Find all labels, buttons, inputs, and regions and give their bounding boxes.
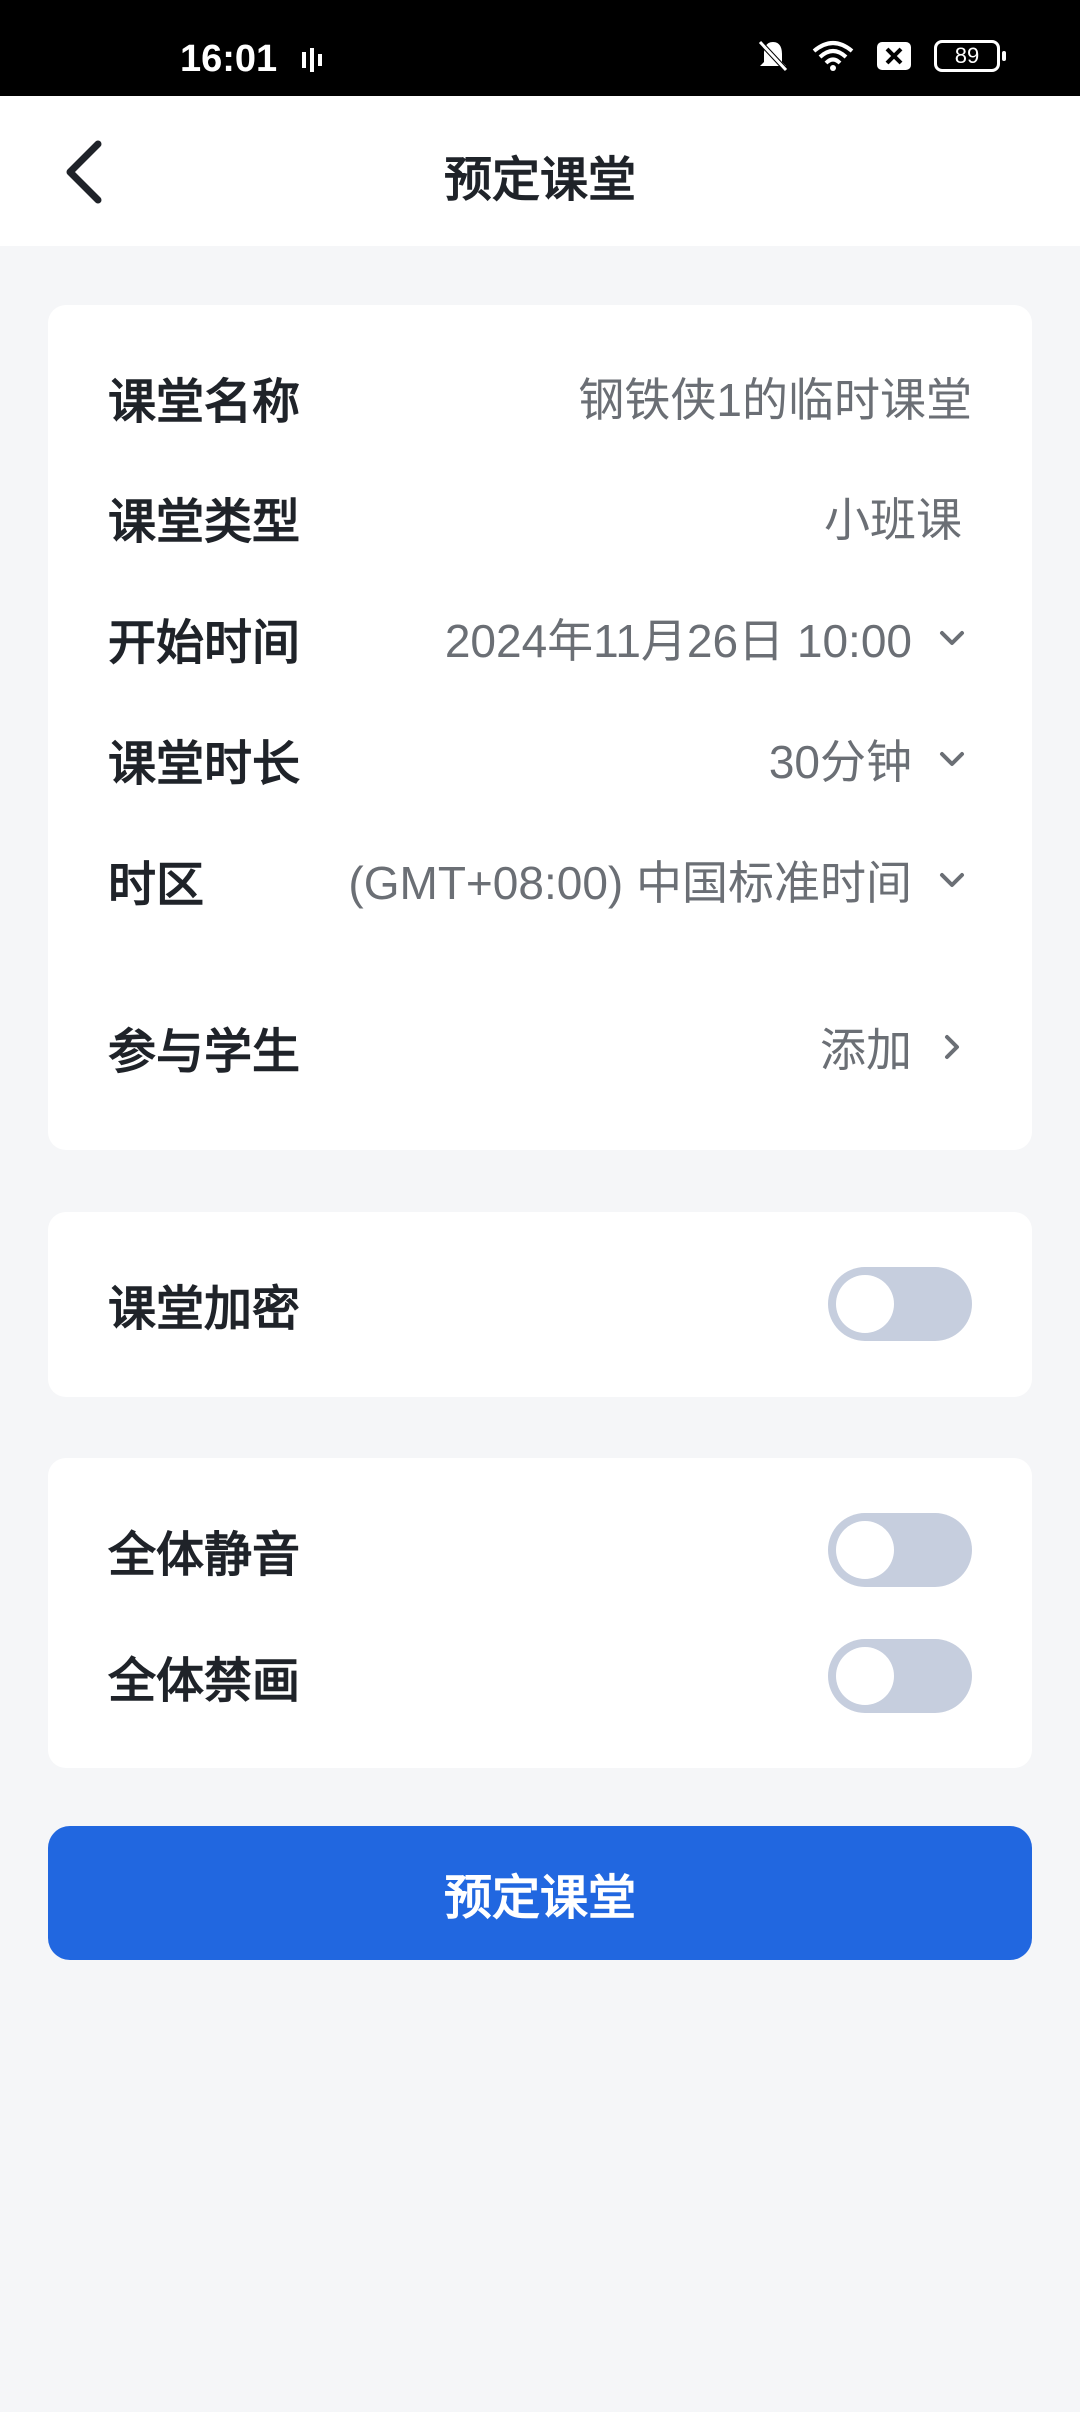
toggle-knob [836,1521,894,1579]
disable-draw-label: 全体禁画 [108,1655,301,1708]
start-time-value[interactable]: 2024年11月26日 10:00 [445,605,972,671]
header: 预定课堂 [0,96,1080,246]
duration-text: 30分钟 [768,736,912,788]
encrypt-card: 课堂加密 [48,1212,1032,1397]
status-time: 16:01 [180,38,278,80]
sim-off-icon [877,42,911,70]
encrypt-row: 课堂加密 [108,1254,972,1354]
start-time-label: 开始时间 [108,617,301,670]
chevron-down-icon [940,631,964,645]
disable-draw-toggle[interactable] [828,1639,972,1713]
class-type-row: 课堂类型 小班课 [108,467,972,567]
mute-icon [758,40,788,72]
class-name-label: 课堂名称 [108,376,301,429]
add-students-text: 添加 [820,1024,912,1076]
class-info-card: 课堂名称 钢铁侠1的临时课堂 课堂类型 小班课 开始时间 2024年11月26日… [48,305,1032,1150]
duration-label: 课堂时长 [108,738,301,791]
students-label: 参与学生 [108,1026,301,1079]
toggle-knob [836,1647,894,1705]
status-icons: 89 [756,38,1006,74]
duration-value[interactable]: 30分钟 [769,726,972,792]
add-students-button[interactable]: 添加 [820,1014,972,1080]
toggle-knob [836,1275,894,1333]
start-time-row[interactable]: 开始时间 2024年11月26日 10:00 [108,588,972,688]
chevron-down-icon [940,873,964,887]
timezone-label: 时区 [108,859,205,912]
class-type-value: 小班课 [824,484,962,550]
chevron-right-icon [945,1035,959,1059]
wifi-icon [812,41,854,71]
timezone-value[interactable]: (GMT+08:00) 中国标准时间 [348,847,972,913]
chevron-down-icon [940,752,964,766]
status-bar: 16:01 89 [0,0,1080,96]
book-class-button[interactable]: 预定课堂 [48,1826,1032,1960]
signal-icon [302,48,322,72]
mute-all-row: 全体静音 [108,1500,972,1600]
class-name-value[interactable]: 钢铁侠1的临时课堂 [578,364,972,430]
encrypt-toggle[interactable] [828,1267,972,1341]
students-row[interactable]: 参与学生 添加 [108,997,972,1097]
mute-all-toggle[interactable] [828,1513,972,1587]
timezone-text: (GMT+08:00) 中国标准时间 [348,857,912,909]
start-time-text: 2024年11月26日 10:00 [444,615,912,667]
battery-level: 89 [954,43,980,68]
controls-card: 全体静音 全体禁画 [48,1458,1032,1768]
class-name-row[interactable]: 课堂名称 钢铁侠1的临时课堂 [108,347,972,447]
class-type-text: 小班课 [824,494,962,546]
mute-all-label: 全体静音 [108,1529,301,1582]
class-type-label: 课堂类型 [108,496,301,549]
timezone-row[interactable]: 时区 (GMT+08:00) 中国标准时间 [108,830,972,930]
encrypt-label: 课堂加密 [108,1283,301,1336]
battery-icon: 89 [934,40,1006,72]
page-title: 预定课堂 [443,154,636,207]
duration-row[interactable]: 课堂时长 30分钟 [108,709,972,809]
disable-draw-row: 全体禁画 [108,1626,972,1726]
